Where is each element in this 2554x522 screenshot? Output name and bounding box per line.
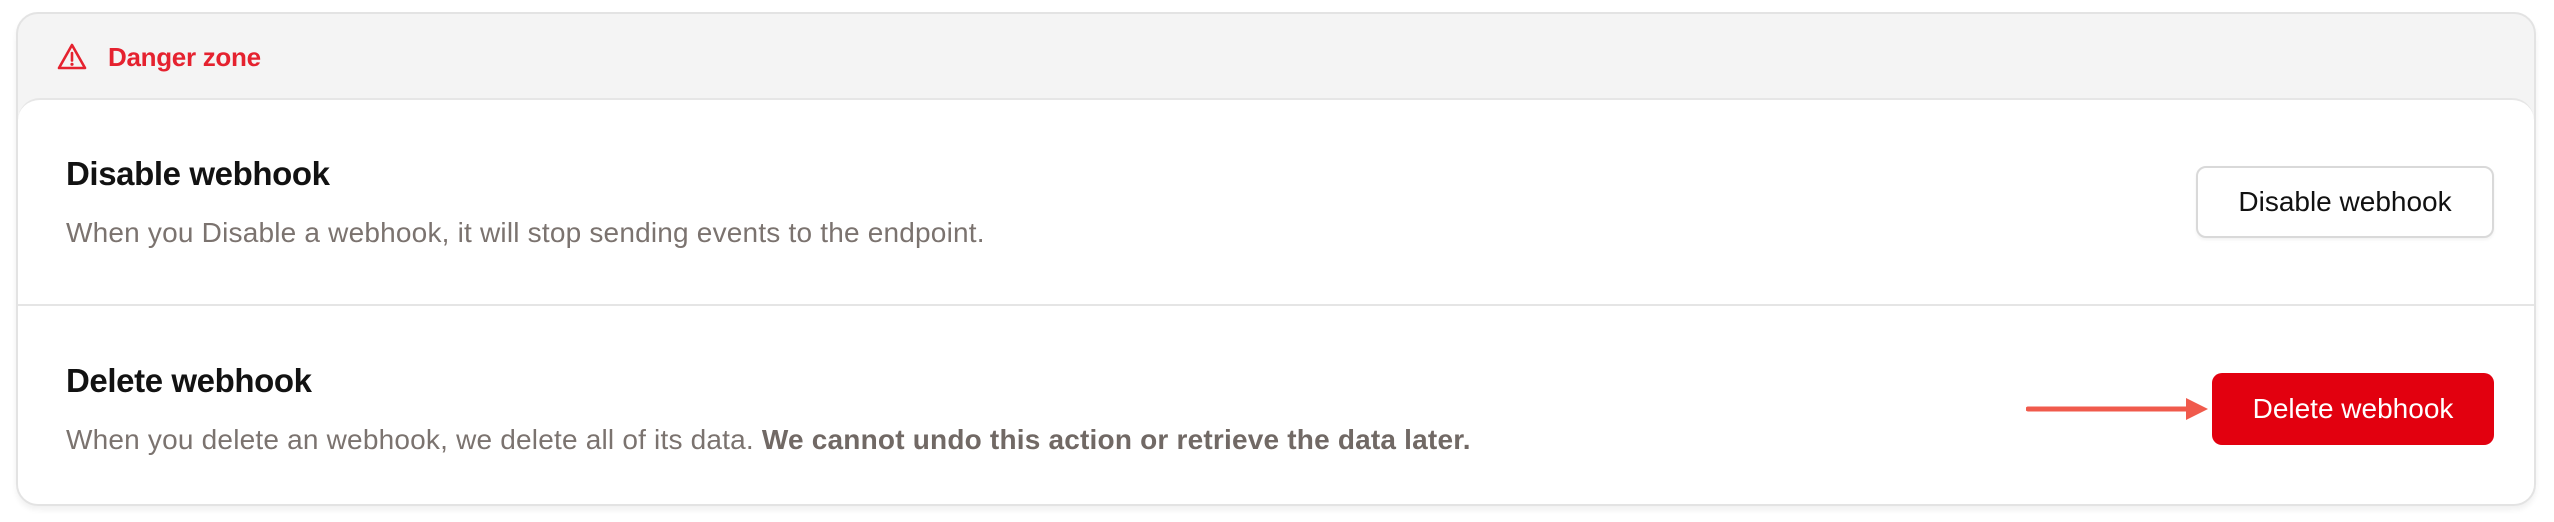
disable-webhook-button[interactable]: Disable webhook bbox=[2196, 166, 2494, 238]
delete-webhook-title: Delete webhook bbox=[66, 362, 312, 399]
disable-webhook-title: Disable webhook bbox=[66, 155, 330, 192]
danger-zone-card: Danger zone Disable webhook When you Dis… bbox=[16, 12, 2536, 506]
danger-zone-title: Danger zone bbox=[108, 41, 261, 72]
arrow-right-icon bbox=[2026, 394, 2210, 424]
disable-webhook-description: When you Disable a webhook, it will stop… bbox=[66, 217, 985, 248]
disable-webhook-row: Disable webhook When you Disable a webho… bbox=[18, 100, 2534, 304]
delete-webhook-row: Delete webhook When you delete an webhoo… bbox=[18, 306, 2534, 504]
delete-action-group: Delete webhook bbox=[2026, 373, 2494, 445]
delete-webhook-description: When you delete an webhook, we delete al… bbox=[66, 424, 1471, 456]
danger-zone-body: Disable webhook When you Disable a webho… bbox=[18, 98, 2534, 504]
delete-webhook-text: Delete webhook When you delete an webhoo… bbox=[66, 362, 1471, 456]
delete-webhook-button[interactable]: Delete webhook bbox=[2212, 373, 2494, 445]
delete-webhook-description-text: When you delete an webhook, we delete al… bbox=[66, 424, 762, 455]
danger-zone-header: Danger zone bbox=[18, 14, 2534, 100]
delete-webhook-warning: We cannot undo this action or retrieve t… bbox=[761, 424, 1471, 455]
disable-webhook-text: Disable webhook When you Disable a webho… bbox=[66, 155, 985, 249]
warning-triangle-icon bbox=[56, 41, 88, 73]
